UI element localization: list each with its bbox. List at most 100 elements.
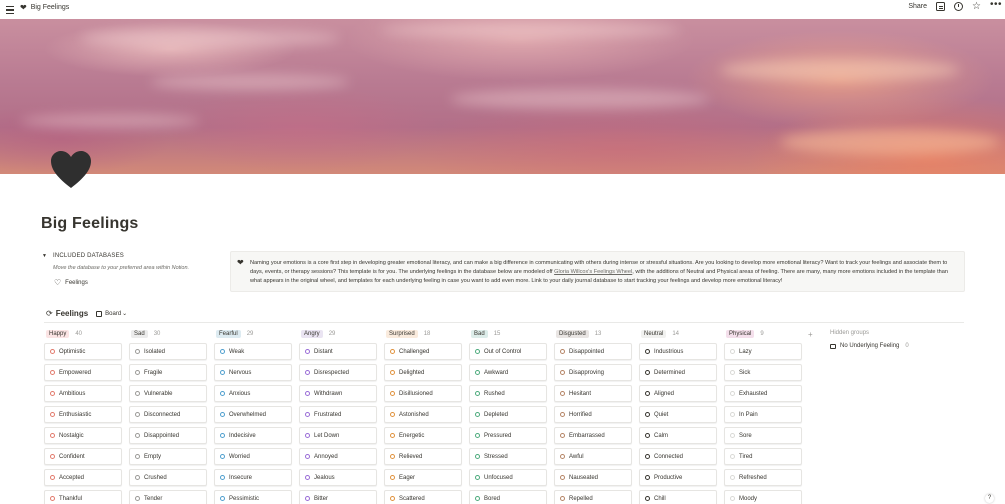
board-card[interactable]: Disapproving bbox=[554, 364, 632, 381]
board-card[interactable]: Determined bbox=[639, 364, 717, 381]
board-card[interactable]: Out of Control bbox=[469, 343, 547, 360]
board-card[interactable]: Indecisive bbox=[214, 427, 292, 444]
board-card[interactable]: Exhausted bbox=[724, 385, 802, 402]
board-card[interactable]: Withdrawn bbox=[299, 385, 377, 402]
toggle-header[interactable]: ▼ INCLUDED DATABASES bbox=[42, 253, 222, 259]
toggle-triangle-icon[interactable]: ▼ bbox=[42, 253, 47, 259]
board-card[interactable]: Frustrated bbox=[299, 406, 377, 423]
board-card[interactable]: Sick bbox=[724, 364, 802, 381]
board-card[interactable]: Chill bbox=[639, 490, 717, 504]
board-card[interactable]: Insecure bbox=[214, 469, 292, 486]
board-card[interactable]: Astonished bbox=[384, 406, 462, 423]
board-card[interactable]: Disappointed bbox=[554, 343, 632, 360]
column-header[interactable]: Sad 30 bbox=[131, 328, 207, 339]
board-card[interactable]: Refreshed bbox=[724, 469, 802, 486]
updates-icon[interactable] bbox=[954, 2, 964, 11]
database-title[interactable]: Feelings bbox=[56, 309, 88, 318]
board-card[interactable]: Scattered bbox=[384, 490, 462, 504]
board-card[interactable]: Let Down bbox=[299, 427, 377, 444]
board-card[interactable]: Hesitant bbox=[554, 385, 632, 402]
board-card[interactable]: Weak bbox=[214, 343, 292, 360]
board-card[interactable]: Nervous bbox=[214, 364, 292, 381]
board-card[interactable]: Accepted bbox=[44, 469, 122, 486]
board-card[interactable]: Annoyed bbox=[299, 448, 377, 465]
board-card[interactable]: Eager bbox=[384, 469, 462, 486]
board-card[interactable]: Repelled bbox=[554, 490, 632, 504]
more-options-icon[interactable]: ••• bbox=[990, 0, 1002, 11]
board-card[interactable]: Rushed bbox=[469, 385, 547, 402]
column-header[interactable]: Bad 15 bbox=[471, 328, 547, 339]
board-card[interactable]: Nostalgic bbox=[44, 427, 122, 444]
board-card[interactable]: Ambitious bbox=[44, 385, 122, 402]
board-card[interactable]: Depleted bbox=[469, 406, 547, 423]
board-card[interactable]: Disconnected bbox=[129, 406, 207, 423]
board-card[interactable]: Moody bbox=[724, 490, 802, 504]
help-button[interactable]: ? bbox=[985, 494, 994, 503]
board-card[interactable]: Embarrassed bbox=[554, 427, 632, 444]
board-card[interactable]: Lazy bbox=[724, 343, 802, 360]
board-card[interactable]: Crushed bbox=[129, 469, 207, 486]
column-header[interactable]: Surprised 18 bbox=[386, 328, 462, 339]
board-card[interactable]: Tired bbox=[724, 448, 802, 465]
board-card[interactable]: Disrespected bbox=[299, 364, 377, 381]
board-card[interactable]: Connected bbox=[639, 448, 717, 465]
board-card[interactable]: Jealous bbox=[299, 469, 377, 486]
circle-icon bbox=[560, 433, 565, 438]
board-card[interactable]: In Pain bbox=[724, 406, 802, 423]
board-card[interactable]: Calm bbox=[639, 427, 717, 444]
board-card[interactable]: Enthusiastic bbox=[44, 406, 122, 423]
board-card[interactable]: Sore bbox=[724, 427, 802, 444]
breadcrumb[interactable]: ❤ Big Feelings bbox=[20, 3, 69, 12]
linked-database-feelings[interactable]: ♡ Feelings bbox=[54, 278, 222, 287]
share-button[interactable]: Share bbox=[908, 3, 927, 10]
board-card[interactable]: Productive bbox=[639, 469, 717, 486]
board-card[interactable]: Unfocused bbox=[469, 469, 547, 486]
board-card[interactable]: Bored bbox=[469, 490, 547, 504]
board-card[interactable]: Pressured bbox=[469, 427, 547, 444]
board-card[interactable]: Awful bbox=[554, 448, 632, 465]
board-card[interactable]: Confident bbox=[44, 448, 122, 465]
favorite-star-icon[interactable]: ☆ bbox=[972, 2, 981, 12]
board-card[interactable]: Thankful bbox=[44, 490, 122, 504]
board-card[interactable]: Anxious bbox=[214, 385, 292, 402]
board-card[interactable]: Stressed bbox=[469, 448, 547, 465]
board-card[interactable]: Quiet bbox=[639, 406, 717, 423]
menu-icon[interactable] bbox=[6, 4, 14, 14]
hidden-group-item[interactable]: No Underlying Feeling 0 bbox=[830, 343, 950, 349]
board-card[interactable]: Energetic bbox=[384, 427, 462, 444]
board-card[interactable]: Worried bbox=[214, 448, 292, 465]
board-card[interactable]: Empty bbox=[129, 448, 207, 465]
board-card[interactable]: Pessimistic bbox=[214, 490, 292, 504]
board-card[interactable]: Aligned bbox=[639, 385, 717, 402]
board-card[interactable]: Bitter bbox=[299, 490, 377, 504]
board-card[interactable]: Disappointed bbox=[129, 427, 207, 444]
board-card[interactable]: Delighted bbox=[384, 364, 462, 381]
board-card[interactable]: Distant bbox=[299, 343, 377, 360]
column-header[interactable]: Happy 40 bbox=[46, 328, 122, 339]
board-card[interactable]: Overwhelmed bbox=[214, 406, 292, 423]
board-card[interactable]: Fragile bbox=[129, 364, 207, 381]
board-card[interactable]: Awkward bbox=[469, 364, 547, 381]
board-card[interactable]: Empowered bbox=[44, 364, 122, 381]
board-card[interactable]: Challenged bbox=[384, 343, 462, 360]
board-card[interactable]: Optimistic bbox=[44, 343, 122, 360]
column-header[interactable]: Fearful 29 bbox=[216, 328, 292, 339]
column-header[interactable]: Physical 9 bbox=[726, 328, 802, 339]
column-header[interactable]: Neutral 14 bbox=[641, 328, 717, 339]
board-card[interactable]: Vulnerable bbox=[129, 385, 207, 402]
board-card[interactable]: Tender bbox=[129, 490, 207, 504]
page-heart-icon[interactable] bbox=[50, 150, 92, 190]
board-card[interactable]: Nauseated bbox=[554, 469, 632, 486]
board-card[interactable]: Industrious bbox=[639, 343, 717, 360]
board-card[interactable]: Horrified bbox=[554, 406, 632, 423]
board-card[interactable]: Relieved bbox=[384, 448, 462, 465]
comment-icon[interactable] bbox=[936, 2, 946, 11]
board-card[interactable]: Isolated bbox=[129, 343, 207, 360]
board-view-selector[interactable]: Board ⌄ bbox=[96, 310, 127, 317]
board-card[interactable]: Disillusioned bbox=[384, 385, 462, 402]
breadcrumb-title: Big Feelings bbox=[30, 4, 70, 11]
feelings-wheel-link[interactable]: Gloria Willcox's Feelings Wheel bbox=[554, 269, 632, 275]
add-group-icon[interactable]: + bbox=[808, 330, 813, 339]
column-header[interactable]: Disgusted 13 bbox=[556, 328, 632, 339]
column-header[interactable]: Angry 29 bbox=[301, 328, 377, 339]
